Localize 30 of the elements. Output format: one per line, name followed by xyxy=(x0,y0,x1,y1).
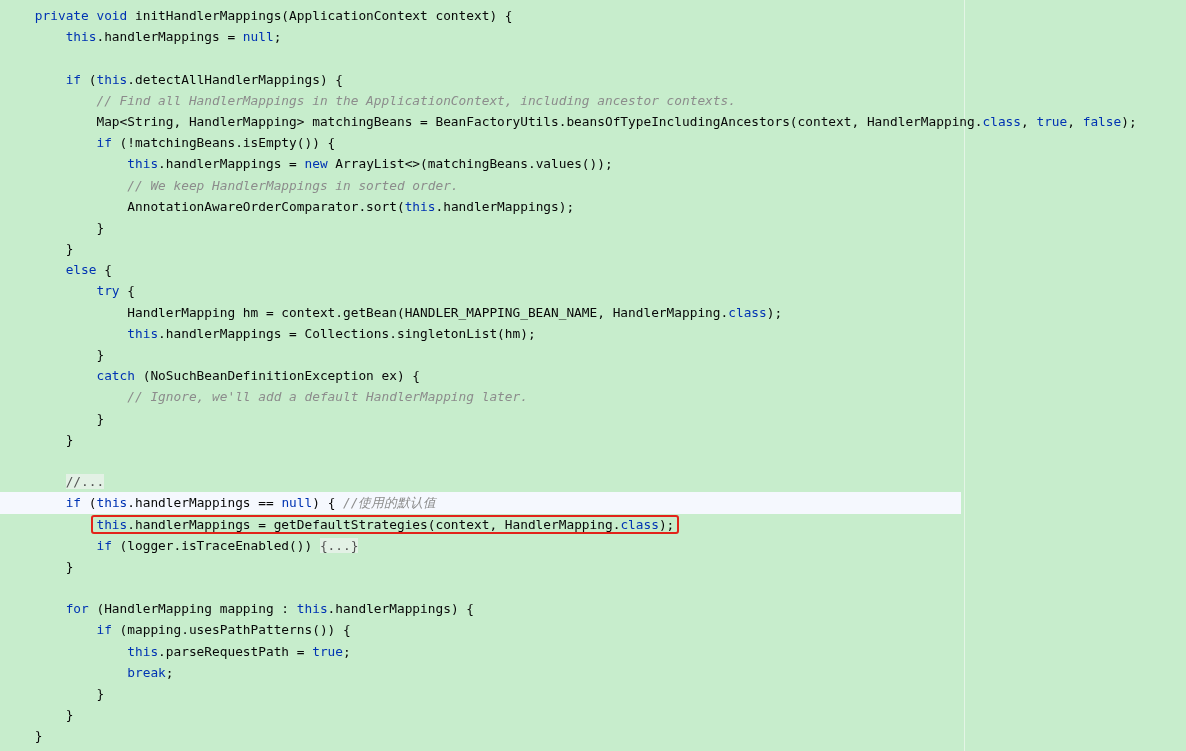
code-line: break; xyxy=(126,664,174,680)
code-line: else { xyxy=(64,262,112,278)
code-line: for (HandlerMapping mapping : this.handlerMappings) { xyxy=(64,601,474,617)
code-line: } xyxy=(95,686,105,701)
code-line: // Find all HandlerMappings in the ApplicationContext, including ancestor contexts. xyxy=(95,92,736,108)
code-line: if (!matchingBeans.isEmpty()) { xyxy=(95,135,336,151)
code-line: } xyxy=(95,410,105,426)
code-line: } xyxy=(64,241,74,257)
code-line: private void initHandlerMappings(ApplicationContext context) { xyxy=(33,8,513,23)
code-line: } xyxy=(64,431,74,447)
code-line: } xyxy=(64,558,74,574)
code-line: try { xyxy=(95,283,135,299)
code-line: } xyxy=(64,707,74,723)
code-line: if (this.handlerMappings == null) { //使用的默认值 xyxy=(64,495,437,511)
code-line: // Ignore, we'll add a default HandlerMapping later. xyxy=(126,389,528,405)
code-line: } xyxy=(33,728,43,744)
code-line: catch (NoSuchBeanDefinitionException ex) { xyxy=(95,368,421,384)
code-line: } xyxy=(95,219,105,235)
code-line: if (logger.isTraceEnabled()) {...} xyxy=(95,537,359,553)
code-line: this.parseRequestPath = true; xyxy=(126,643,351,659)
code-line: HandlerMapping hm = context.getBean(HANDLER_MAPPING_BEAN_NAME, HandlerMapping.class); xyxy=(126,304,783,320)
code-line: Map<String, HandlerMapping> matchingBeans = BeanFactoryUtils.beansOfTypeIncludingAncestors(context, HandlerMapping.class, true, false); xyxy=(95,113,1137,129)
code-line: this.handlerMappings = null; xyxy=(64,29,282,45)
code-line: // We keep HandlerMappings in sorted order. xyxy=(126,177,459,193)
code-line: if (mapping.usesPathPatterns()) { xyxy=(95,622,351,638)
code-line: this.handlerMappings = Collections.singletonList(hm); xyxy=(126,325,536,341)
code-line: } xyxy=(95,347,105,362)
code-line: AnnotationAwareOrderComparator.sort(this.handlerMappings); xyxy=(126,198,575,214)
code-line: if (this.detectAllHandlerMappings) { xyxy=(64,71,344,87)
code-line: this.handlerMappings = new ArrayList<>(matchingBeans.values()); xyxy=(126,156,613,172)
